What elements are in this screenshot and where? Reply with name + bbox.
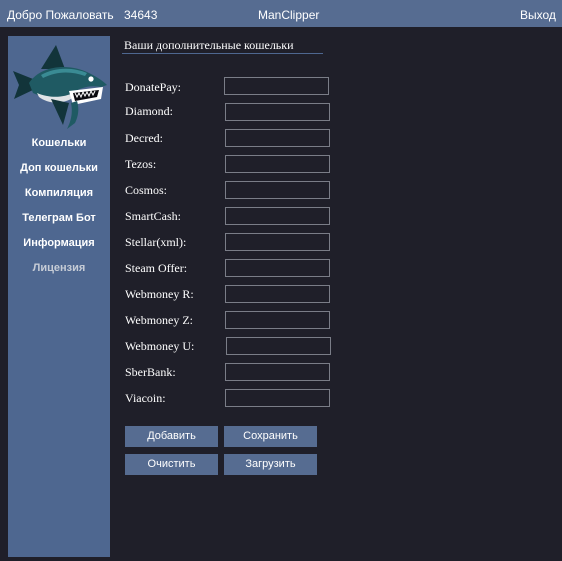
- app-title: ManClipper: [258, 8, 320, 22]
- wallet-label-tezos: Tezos:: [125, 157, 157, 171]
- welcome-label: Добро Пожаловать: [7, 8, 114, 22]
- wallet-label-steam-offer: Steam Offer:: [125, 261, 188, 275]
- wallet-input-sberbank[interactable]: [225, 363, 330, 381]
- wallet-label-stellar: Stellar(xml):: [125, 235, 187, 249]
- wallet-label-webmoney-r: Webmoney R:: [125, 287, 194, 301]
- wallet-input-donatepay[interactable]: [224, 77, 329, 95]
- add-button[interactable]: Добавить: [125, 426, 218, 447]
- shark-mascot-icon: [13, 45, 107, 129]
- wallet-input-diamond[interactable]: [225, 103, 330, 121]
- wallet-input-decred[interactable]: [225, 129, 330, 147]
- wallet-label-diamond: Diamond:: [125, 104, 173, 118]
- wallet-input-viacoin[interactable]: [225, 389, 330, 407]
- save-button[interactable]: Сохранить: [224, 426, 317, 447]
- wallet-input-tezos[interactable]: [225, 155, 330, 173]
- title-bar: Добро Пожаловать 34643 ManClipper Выход: [0, 0, 562, 27]
- wallet-input-webmoney-r[interactable]: [225, 285, 330, 303]
- wallet-input-webmoney-z[interactable]: [225, 311, 330, 329]
- sidebar-item-extra-wallets[interactable]: Доп кошельки: [8, 162, 110, 174]
- load-button[interactable]: Загрузить: [224, 454, 317, 475]
- wallet-input-webmoney-u[interactable]: [226, 337, 331, 355]
- sidebar-item-information[interactable]: Информация: [8, 237, 110, 249]
- sidebar-item-telegram-bot[interactable]: Телеграм Бот: [8, 212, 110, 224]
- exit-button[interactable]: Выход: [520, 8, 556, 22]
- wallet-label-cosmos: Cosmos:: [125, 183, 168, 197]
- wallet-label-viacoin: Viacoin:: [125, 391, 166, 405]
- wallet-input-cosmos[interactable]: [225, 181, 330, 199]
- page-title: Ваши дополнительные кошельки: [124, 38, 294, 52]
- wallet-input-stellar[interactable]: [225, 233, 330, 251]
- wallet-label-webmoney-z: Webmoney Z:: [125, 313, 194, 327]
- wallet-label-webmoney-u: Webmoney U:: [125, 339, 195, 353]
- sidebar-item-license[interactable]: Лицензия: [8, 262, 110, 274]
- title-underline: [122, 53, 323, 54]
- clear-button[interactable]: Очистить: [125, 454, 218, 475]
- sidebar-item-wallets[interactable]: Кошельки: [8, 137, 110, 149]
- wallet-label-sberbank: SberBank:: [125, 365, 176, 379]
- sidebar: Кошельки Доп кошельки Компиляция Телегра…: [8, 36, 110, 557]
- wallet-input-smartcash[interactable]: [225, 207, 330, 225]
- wallet-label-decred: Decred:: [125, 131, 163, 145]
- wallet-input-steam-offer[interactable]: [225, 259, 330, 277]
- user-id: 34643: [124, 8, 158, 22]
- sidebar-item-compilation[interactable]: Компиляция: [8, 187, 110, 199]
- wallet-label-smartcash: SmartCash:: [125, 209, 181, 223]
- wallet-label-donatepay: DonatePay:: [125, 80, 181, 94]
